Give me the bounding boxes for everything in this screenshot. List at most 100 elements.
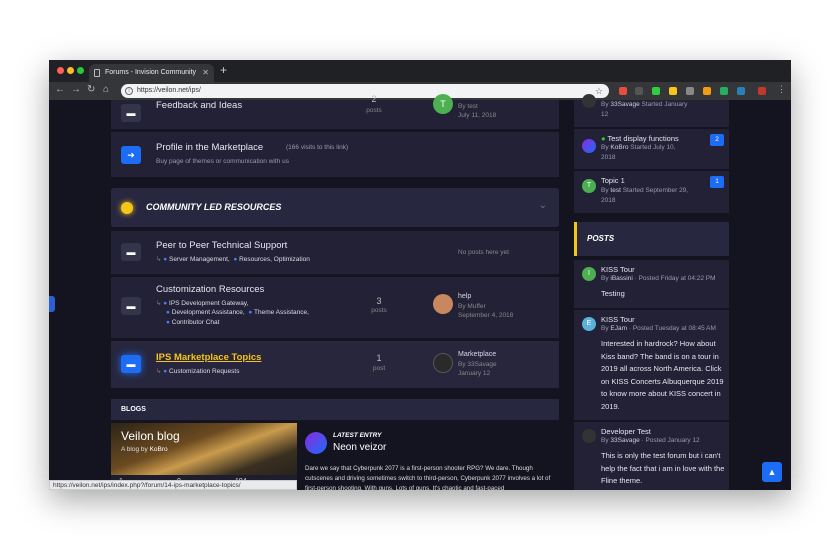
- post-meta: By EJam · Posted Tuesday at 08:45 AM: [601, 325, 716, 332]
- forum-title[interactable]: Profile in the Marketplace: [156, 142, 263, 153]
- forum-row-redirect[interactable]: ➜ Profile in the Marketplace (166 visits…: [111, 132, 559, 178]
- info-icon: i: [125, 87, 133, 95]
- topic-meta: 12: [601, 111, 609, 118]
- extension-icon[interactable]: [652, 87, 660, 95]
- tab-bar: Forums - Invision Community ✕ +: [49, 60, 791, 82]
- new-tab-icon[interactable]: +: [220, 63, 227, 77]
- browser-toolbar: ← → ↻ ⌂ i https://veilon.net/ips/ ☆: [49, 82, 791, 100]
- sidebar-post[interactable]: Developer Test By 33Savage · Posted Janu…: [574, 422, 729, 490]
- avatar[interactable]: [433, 294, 453, 314]
- extension-icon[interactable]: [737, 87, 745, 95]
- category-title: COMMUNITY LED RESOURCES: [146, 202, 282, 212]
- topic-meta: By test Started September 29,: [601, 187, 689, 194]
- posts-header: POSTS: [574, 222, 729, 256]
- avatar[interactable]: [433, 353, 453, 373]
- bookmark-star-icon[interactable]: ☆: [595, 84, 603, 98]
- menu-kebab-icon[interactable]: ⋮: [777, 84, 786, 95]
- subforum-link[interactable]: Resources, Optimization: [239, 256, 310, 263]
- forum-row[interactable]: ▬ Peer to Peer Technical Support ↳ ● Ser…: [111, 231, 559, 275]
- subforum-list: ↳ ● Server Management, ● Resources, Opti…: [156, 256, 310, 263]
- avatar[interactable]: T: [582, 179, 596, 193]
- post-title[interactable]: Developer Test: [601, 427, 651, 436]
- blog-entry-avatar[interactable]: [305, 432, 327, 454]
- forum-title[interactable]: IPS Marketplace Topics: [156, 352, 261, 363]
- last-post-date: July 11, 2018: [458, 112, 497, 119]
- topic-meta: 2018: [601, 154, 616, 161]
- forum-row[interactable]: ▬ Customization Resources ↳ ● IPS Develo…: [111, 277, 559, 339]
- avatar[interactable]: E: [582, 317, 596, 331]
- home-icon[interactable]: ⌂: [103, 84, 109, 95]
- tab-close-icon[interactable]: ✕: [202, 64, 209, 82]
- chevron-down-icon[interactable]: ⌄: [539, 200, 547, 211]
- reload-icon[interactable]: ↻: [87, 84, 95, 95]
- post-excerpt: Interested in hardrock? How about Kiss b…: [601, 339, 724, 411]
- extension-icon[interactable]: [619, 87, 627, 95]
- subforum-link[interactable]: Theme Assistance,: [254, 309, 309, 316]
- forward-icon[interactable]: →: [71, 84, 81, 95]
- avatar[interactable]: I: [582, 267, 596, 281]
- browser-window: Forums - Invision Community ✕ + ← → ↻ ⌂ …: [49, 60, 791, 490]
- scroll-top-icon[interactable]: ▲: [762, 462, 782, 482]
- post-count: 3: [376, 296, 382, 306]
- browser-tab[interactable]: Forums - Invision Community ✕: [89, 64, 214, 82]
- avatar[interactable]: [582, 139, 596, 153]
- url-text: https://veilon.net/ips/: [137, 87, 201, 94]
- subforum-link[interactable]: IPS Development Gateway,: [169, 300, 248, 307]
- latest-entry-text: Dare we say that Cyberpunk 2077 is a fir…: [305, 465, 551, 490]
- back-icon[interactable]: ←: [55, 84, 65, 95]
- post-title[interactable]: KISS Tour: [601, 315, 635, 324]
- redirect-arrow-icon: ➜: [121, 146, 141, 164]
- topic-title[interactable]: ● Test display functions: [601, 134, 679, 143]
- extension-icon[interactable]: [635, 87, 643, 95]
- extension-icon[interactable]: [686, 87, 694, 95]
- subforum-link[interactable]: Development Assistance,: [172, 309, 245, 316]
- forum-icon: ▬: [121, 243, 141, 261]
- reply-count-badge: 2: [710, 134, 724, 146]
- latest-entry-title[interactable]: Neon veizor: [333, 442, 386, 453]
- post-excerpt: This is only the test forum but i can't …: [601, 451, 725, 485]
- close-window-icon[interactable]: [57, 67, 64, 74]
- forum-title[interactable]: Peer to Peer Technical Support: [156, 240, 287, 251]
- subforum-list: ● Contributor Chat: [166, 319, 220, 326]
- extension-icon[interactable]: [703, 87, 711, 95]
- post-title[interactable]: KISS Tour: [601, 265, 635, 274]
- avatar[interactable]: T: [433, 94, 453, 114]
- avatar[interactable]: [582, 429, 596, 443]
- forum-row-active[interactable]: ▬ IPS Marketplace Topics ↳ ● Customizati…: [111, 341, 559, 389]
- sidebar-post[interactable]: E KISS Tour By EJam · Posted Tuesday at …: [574, 310, 729, 420]
- extension-icon[interactable]: [720, 87, 728, 95]
- last-post-by: By 33Savage: [458, 361, 497, 368]
- forum-title[interactable]: Feedback and Ideas: [156, 100, 242, 111]
- blog-author[interactable]: KoBro: [150, 446, 168, 453]
- forum-row[interactable]: ▬ Feedback and Ideas 2 posts T By test J…: [111, 94, 559, 130]
- blog-author-line: A blog by KoBro: [121, 446, 168, 453]
- subforum-link[interactable]: Customization Requests: [169, 368, 239, 375]
- blogs-header: BLOGS: [111, 399, 559, 421]
- subforum-link[interactable]: Server Management,: [169, 256, 230, 263]
- side-toggle-handle[interactable]: [49, 296, 55, 312]
- latest-entry-label: LATEST ENTRY: [333, 432, 382, 439]
- sidebar-post[interactable]: I KISS Tour By iBassini · Posted Friday …: [574, 260, 729, 308]
- forum-icon: ▬: [121, 104, 141, 122]
- forum-icon: ▬: [121, 297, 141, 315]
- post-count: 2: [371, 94, 377, 104]
- bulb-icon: [121, 202, 133, 214]
- minimize-window-icon[interactable]: [67, 67, 74, 74]
- maximize-window-icon[interactable]: [77, 67, 84, 74]
- avatar[interactable]: [582, 94, 596, 108]
- subforum-link[interactable]: Contributor Chat: [172, 319, 220, 326]
- last-post-title[interactable]: help: [458, 293, 471, 300]
- sidebar-topic[interactable]: By 33Savage Started January 12: [574, 94, 729, 127]
- topic-title[interactable]: Topic 1: [601, 176, 625, 185]
- forum-title[interactable]: Customization Resources: [156, 284, 264, 295]
- post-count-label: post: [372, 365, 386, 372]
- last-post-title[interactable]: Marketplace: [458, 351, 496, 358]
- extension-icon[interactable]: [669, 87, 677, 95]
- blog-title[interactable]: Veilon blog: [121, 429, 180, 443]
- page-icon: [94, 69, 100, 77]
- sidebar-topic[interactable]: ● Test display functions By KoBro Starte…: [574, 129, 729, 169]
- extension-icon[interactable]: [758, 87, 766, 95]
- page-content: ▬ Feedback and Ideas 2 posts T By test J…: [49, 94, 791, 490]
- sidebar-topic[interactable]: T Topic 1 By test Started September 29, …: [574, 171, 729, 213]
- last-post-by: By Muffer: [458, 303, 486, 310]
